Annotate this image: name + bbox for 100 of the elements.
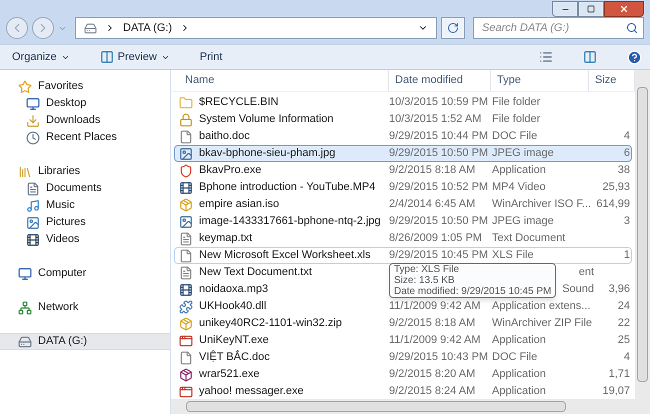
date-cell: 10/3/2015 10:59 PM — [389, 96, 488, 108]
maximize-button[interactable] — [578, 1, 604, 17]
size-cell: 38 — [618, 164, 630, 176]
sidebar-item[interactable]: Recent Places — [0, 129, 170, 146]
file-name[interactable]: UniKeyNT.exe — [199, 332, 269, 349]
view-options-icon[interactable] — [539, 50, 553, 64]
file-name[interactable]: bkav-bphone-sieu-pham.jpg — [199, 145, 336, 162]
search-field[interactable]: Search DATA (G:) — [473, 17, 644, 39]
type-cell-text: Application — [492, 333, 546, 348]
tooltip-line: Size: 13.5 KB — [394, 275, 456, 286]
file-name[interactable]: keymap.txt — [199, 230, 252, 247]
monitor-icon — [26, 96, 40, 110]
picture-icon — [26, 216, 40, 230]
folder-icon — [179, 96, 193, 110]
text-file-icon — [179, 266, 193, 280]
size-cell: 3,96 — [608, 283, 630, 296]
document-icon — [179, 350, 193, 364]
file-name[interactable]: New Text Document.txt — [199, 264, 312, 281]
type-cell-text: WinArchiver ZIP File — [492, 316, 592, 332]
sidebar-item[interactable]: Favorites — [0, 78, 170, 95]
date-cell: 9/29/2015 10:44 PM — [389, 130, 488, 142]
file-name[interactable]: $RECYCLE.BIN — [199, 94, 278, 111]
sidebar-item[interactable]: Desktop — [0, 95, 170, 112]
preview-pane-icon[interactable] — [583, 50, 597, 64]
date-cell: 9/2/2015 8:18 AM — [389, 164, 476, 176]
document-icon — [179, 130, 193, 144]
file-name[interactable]: UKHook40.dll — [199, 298, 266, 315]
breadcrumb[interactable]: DATA (G:) — [123, 20, 172, 36]
horizontal-scrollbar[interactable] — [171, 399, 650, 414]
type-cell-text: JPEG image — [492, 214, 554, 230]
size-cell: 22 — [618, 317, 630, 330]
help-icon[interactable] — [627, 50, 642, 64]
sidebar-item[interactable]: DATA (G:) — [0, 333, 170, 350]
file-name[interactable]: System Volume Information — [199, 111, 334, 128]
file-name[interactable]: unikey40RC2-1101-win32.zip — [199, 315, 342, 332]
size-cell: 614,99 — [596, 198, 630, 210]
file-name[interactable]: BkavPro.exe — [199, 162, 262, 179]
sidebar-item[interactable]: Downloads — [0, 112, 170, 129]
column-header[interactable]: Type — [491, 70, 589, 91]
toolbar-button[interactable]: Print — [196, 47, 226, 67]
type-cell-text: DOC File — [492, 350, 538, 366]
computer-icon — [18, 266, 32, 280]
sidebar-item[interactable]: Music — [0, 197, 170, 214]
column-header[interactable]: Name — [171, 70, 389, 91]
file-row[interactable]: bkav-bphone-sieu-pham.jpg 9/29/2015 10:50 PM JPEG image 6 — [174, 145, 632, 162]
size-cell: 6 — [624, 147, 630, 160]
star-icon — [18, 80, 32, 94]
address-bar[interactable]: DATA (G:) — [75, 17, 437, 39]
file-name[interactable]: empire asian.iso — [199, 196, 280, 213]
file-name[interactable]: wrar521.exe — [199, 366, 260, 383]
file-name[interactable]: baitho.doc — [199, 128, 250, 145]
type-cell-text: ent — [578, 265, 594, 280]
sidebar-item[interactable]: Videos — [0, 231, 170, 248]
type-cell-text: DOC File — [492, 129, 538, 144]
size-cell: 4 — [624, 351, 630, 364]
close-icon — [619, 4, 629, 14]
package-icon — [179, 316, 193, 330]
type-cell-text: File folder — [492, 95, 540, 110]
size-cell: 1 — [624, 249, 630, 262]
file-name[interactable]: image-1433317661-bphone-ntq-2.jpg — [199, 213, 381, 230]
media-icon — [179, 282, 193, 296]
date-cell: 2/4/2014 6:45 AM — [389, 198, 476, 210]
file-name[interactable]: noidaoxa.mp3 — [199, 281, 268, 298]
sidebar-item[interactable]: Documents — [0, 180, 170, 197]
date-cell: 11/1/2009 9:42 AM — [389, 300, 481, 312]
size-cell: 4 — [624, 130, 630, 142]
document-icon — [179, 248, 193, 262]
image-icon — [179, 146, 193, 160]
vertical-scrollbar[interactable] — [635, 70, 650, 399]
date-cell: 9/29/2015 10:50 PM — [389, 147, 488, 160]
media-icon — [179, 180, 193, 194]
type-cell-text: JPEG image — [492, 146, 554, 162]
sidebar-item[interactable]: Network — [0, 299, 170, 316]
sidebar-item[interactable]: Pictures — [0, 214, 170, 231]
text-file-icon — [179, 232, 193, 246]
toolbar-button[interactable]: Preview — [96, 47, 174, 67]
refresh-icon — [447, 22, 459, 34]
download-icon — [26, 114, 40, 128]
clock-icon — [26, 130, 40, 144]
app-icon — [179, 384, 193, 398]
size-cell: 19,07 — [602, 385, 630, 398]
preview-icon — [100, 50, 114, 64]
refresh-button[interactable] — [441, 17, 465, 39]
file-name[interactable]: New Microsoft Excel Worksheet.xls — [199, 247, 371, 264]
size-cell: 25 — [618, 334, 630, 346]
file-name[interactable]: VIỆT BẮC.doc — [199, 349, 270, 366]
package-icon — [179, 198, 193, 212]
column-header[interactable]: Date modified — [389, 70, 491, 91]
music-icon — [26, 198, 40, 212]
file-name[interactable]: Bphone introduction - YouTube.MP4 — [199, 179, 376, 196]
puzzle-icon — [179, 300, 193, 314]
toolbar-button[interactable]: Organize — [8, 47, 74, 67]
film-icon — [26, 232, 40, 246]
file-name[interactable]: yahoo! messager.exe — [199, 383, 304, 399]
sidebar-item[interactable]: Libraries — [0, 163, 170, 180]
type-cell-text: Application — [492, 384, 546, 399]
sidebar-item[interactable]: Computer — [0, 265, 170, 282]
size-cell: 3 — [624, 215, 630, 228]
close-button[interactable] — [604, 1, 644, 17]
size-cell: 25,93 — [602, 181, 630, 194]
